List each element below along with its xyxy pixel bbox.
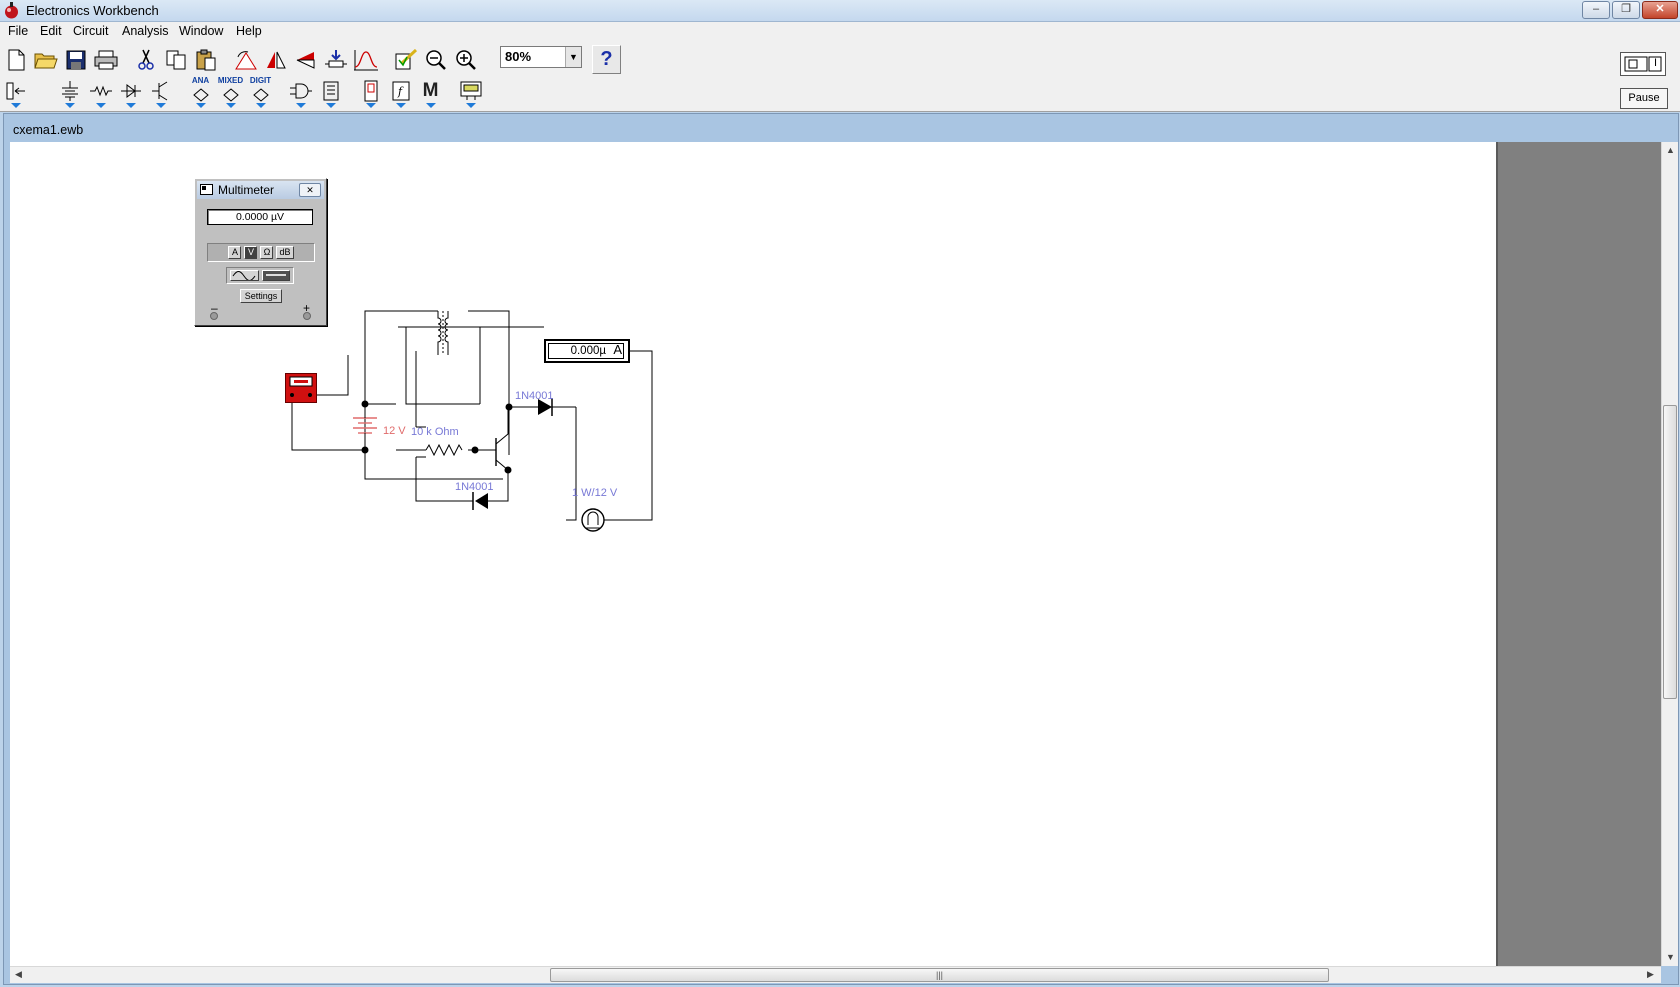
restore-button[interactable]: ❐	[1612, 1, 1640, 19]
new-file-icon[interactable]	[1, 45, 30, 74]
mixed-ics-label: MIXED	[217, 76, 244, 85]
indicators-bin-icon[interactable]	[356, 76, 385, 108]
resistor-symbol	[425, 443, 463, 457]
zoom-in-icon[interactable]	[451, 45, 480, 74]
dc-line-icon	[265, 274, 286, 276]
multimeter-device-icon[interactable]	[285, 373, 317, 403]
cut-icon[interactable]	[131, 45, 160, 74]
plus-terminal[interactable]	[303, 312, 311, 320]
horizontal-scroll-thumb[interactable]: |||	[550, 968, 1329, 982]
ac-dc-selector	[226, 267, 294, 284]
multimeter-settings-button[interactable]: Settings	[240, 289, 282, 303]
menu-analysis[interactable]: Analysis	[118, 24, 173, 38]
paste-icon[interactable]	[191, 45, 220, 74]
analog-ics-bin-icon[interactable]: ANA	[186, 76, 215, 108]
lamp-label: 1 W/12 V	[572, 487, 618, 499]
multimeter-title: Multimeter	[218, 183, 275, 197]
open-file-icon[interactable]	[31, 45, 60, 74]
menu-window[interactable]: Window	[175, 24, 227, 38]
transistors-bin-icon[interactable]	[146, 76, 175, 108]
vertical-scroll-thumb[interactable]	[1663, 405, 1677, 699]
copy-icon[interactable]	[161, 45, 190, 74]
minus-terminal[interactable]	[210, 312, 218, 320]
favorites-bin-icon[interactable]	[1, 76, 30, 108]
ammeter[interactable]: 0.000µ A	[544, 339, 630, 363]
battery-label: 12 V	[383, 425, 406, 437]
window-title: Electronics Workbench	[26, 3, 159, 18]
digital-ics-label: DIGIT	[249, 76, 272, 85]
pause-button[interactable]: Pause	[1620, 88, 1668, 109]
sine-wave-icon	[232, 271, 256, 281]
scroll-up-icon[interactable]: ▲	[1666, 145, 1675, 155]
flip-vertical-icon[interactable]	[291, 45, 320, 74]
diode-top-label: 1N4001	[515, 390, 554, 402]
zoom-out-icon[interactable]	[421, 45, 450, 74]
horizontal-scrollbar[interactable]: ◀ ||| ▶	[10, 966, 1661, 983]
lamp-symbol	[581, 508, 605, 532]
ammeter-unit: A	[613, 342, 622, 357]
sources-bin-icon[interactable]	[55, 76, 84, 108]
mode-ohm-button[interactable]: Ω	[260, 246, 274, 259]
digital-ics-bin-icon[interactable]: DIGIT	[246, 76, 275, 108]
logic-gates-bin-icon[interactable]	[286, 76, 315, 108]
rotate-icon[interactable]	[231, 45, 260, 74]
dc-mode-button[interactable]	[261, 270, 290, 281]
ac-mode-button[interactable]	[230, 270, 259, 281]
multimeter-titlebar[interactable]: Multimeter ✕	[197, 181, 324, 199]
power-switch[interactable]: I	[1620, 52, 1666, 76]
digital-bin-icon[interactable]	[316, 76, 345, 108]
controls-bin-icon[interactable]: f	[386, 76, 415, 108]
menu-circuit[interactable]: Circuit	[69, 24, 112, 38]
scroll-down-icon[interactable]: ▼	[1666, 952, 1675, 962]
power-label: I	[1653, 57, 1657, 69]
multimeter-window-icon	[200, 184, 213, 195]
miscellaneous-bin-icon[interactable]: M	[416, 76, 445, 108]
close-icon[interactable]: ✕	[299, 183, 321, 197]
save-icon[interactable]	[61, 45, 90, 74]
instruments-bin-icon[interactable]	[456, 76, 485, 108]
print-icon[interactable]	[91, 45, 120, 74]
menu-help[interactable]: Help	[232, 24, 266, 38]
circuit-workspace[interactable]: 12 V 10 k Ohm 1N4001 1N4001 1 W/12 V 0.0…	[10, 142, 1496, 966]
component-properties-icon[interactable]	[321, 45, 350, 74]
menu-file[interactable]: File	[4, 24, 32, 38]
app-icon	[5, 2, 18, 19]
menu-edit[interactable]: Edit	[36, 24, 66, 38]
mixed-ics-bin-icon[interactable]: MIXED	[216, 76, 245, 108]
chevron-down-icon[interactable]: ▼	[565, 47, 581, 67]
analysis-graphs-icon[interactable]	[351, 45, 380, 74]
zoom-select[interactable]: 80% ▼	[500, 46, 582, 68]
close-button[interactable]: ✕	[1642, 1, 1678, 19]
misc-label: M	[422, 79, 439, 101]
diode-bottom-symbol	[472, 492, 488, 510]
diodes-bin-icon[interactable]	[116, 76, 145, 108]
minimize-button[interactable]: –	[1582, 1, 1610, 19]
description-icon[interactable]	[391, 45, 420, 74]
scroll-right-icon[interactable]: ▶	[1647, 969, 1654, 980]
document-title: cxema1.ewb	[13, 123, 84, 137]
analog-ics-label: ANA	[191, 76, 210, 85]
workspace-background	[1496, 142, 1661, 966]
mode-db-button[interactable]: dB	[276, 246, 294, 259]
multimeter-window[interactable]: Multimeter ✕ 0.0000 µV A V Ω dB Settings…	[194, 178, 327, 326]
document-window: cxema1.ewb 12 V 10 k Ohm 1N4001 1N4001 1…	[3, 113, 1679, 985]
title-bar: Electronics Workbench – ❐ ✕	[0, 0, 1680, 22]
multimeter-display: 0.0000 µV	[207, 209, 313, 225]
resistor-label: 10 k Ohm	[411, 426, 459, 438]
flip-horizontal-icon[interactable]	[261, 45, 290, 74]
toolbar-area: 80% ▼ ? ANA MIXED DIGIT f M I	[0, 42, 1680, 112]
scroll-left-icon[interactable]: ◀	[15, 969, 22, 980]
multimeter-mode-selector: A V Ω dB	[207, 243, 315, 262]
mode-volt-button[interactable]: V	[244, 246, 258, 259]
menu-bar: File Edit Circuit Analysis Window Help	[0, 22, 1680, 42]
mode-ampere-button[interactable]: A	[228, 246, 242, 259]
help-button[interactable]: ?	[592, 45, 621, 74]
vertical-scrollbar[interactable]: ▲ ▼	[1661, 142, 1678, 966]
basic-bin-icon[interactable]	[86, 76, 115, 108]
transformer-coil	[437, 311, 449, 355]
probe-wire-minus	[291, 395, 365, 451]
diode-bottom-label: 1N4001	[455, 481, 494, 493]
zoom-value: 80%	[505, 49, 532, 64]
